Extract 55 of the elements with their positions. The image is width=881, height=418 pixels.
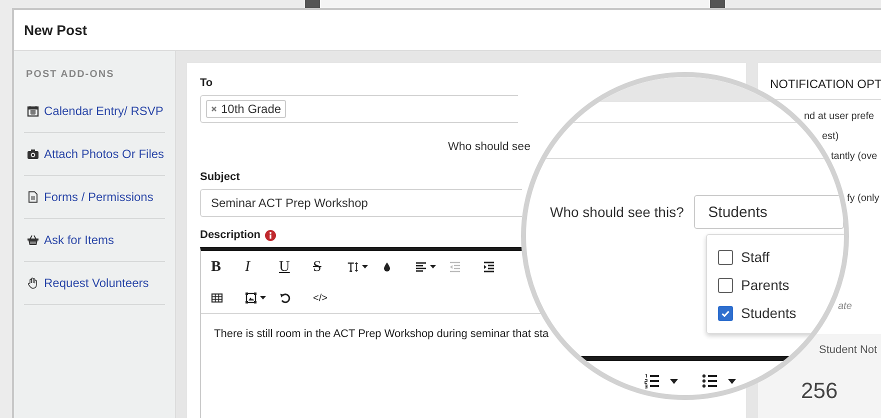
stat-title: Student Not [819,344,878,356]
bullet-list-icon[interactable] [702,373,718,389]
checkbox[interactable] [718,250,733,264]
sidebar-link[interactable]: Request Volunteers [44,276,149,290]
visibility-label: Who should see [448,141,530,153]
option-label[interactable]: Staff [741,249,770,265]
option-label[interactable]: Parents [741,277,790,293]
checkbox[interactable] [718,278,733,292]
window-title: New Post [24,22,88,38]
subject-field[interactable]: Seminar ACT Prep Workshop [200,189,522,217]
notification-option-text: est) [822,131,839,142]
basket-icon [27,234,39,246]
sidebar-link[interactable]: Attach Photos Or Files [44,147,164,161]
option-label[interactable]: Students [741,305,796,321]
document-icon [27,191,39,203]
calendar-icon [27,105,39,117]
italic-tool-button[interactable]: I [245,255,279,279]
notification-option-text: nd at user prefe [804,111,874,122]
notification-option-text: fy (only [847,193,880,204]
indent-icon[interactable] [483,261,495,273]
field-label: To [200,77,214,89]
field-label: Description [200,229,261,241]
sidebar-link[interactable]: Calendar Entry/ RSVP [44,104,164,118]
sidebar-link[interactable]: Ask for Items [44,233,114,247]
stat-value: 256 [801,378,839,404]
audience-select[interactable]: Students [694,195,844,229]
drop-icon[interactable] [381,261,393,273]
recipients-field[interactable]: 10th Grade [200,95,518,123]
caret-icon[interactable] [430,265,436,269]
table-icon[interactable] [211,292,223,304]
caret-icon[interactable] [670,378,678,384]
camera-icon [27,148,39,160]
visibility-label: Who should see this? [550,204,685,220]
strike-tool-button[interactable]: S [313,255,347,279]
checkbox[interactable] [718,306,733,320]
undo-icon[interactable] [279,292,291,304]
hand-icon [27,277,39,289]
code-tool-button[interactable]: </> [313,286,347,310]
text-size-icon[interactable] [347,261,359,273]
caret-icon[interactable] [260,296,266,300]
info-icon [264,230,276,240]
sidebar-heading: POST ADD-ONS [26,69,116,80]
remove-icon[interactable] [211,106,217,112]
sidebar-link[interactable]: Forms / Permissions [44,190,154,204]
bold-tool-button[interactable]: B [211,255,245,279]
tag-label: 10th Grade [221,102,282,116]
notification-option-text: tantly (ove [831,151,878,162]
caret-icon[interactable] [362,265,368,269]
caret-icon[interactable] [728,378,736,384]
field-label: Subject [200,171,241,183]
numbered-list-icon[interactable] [644,373,660,389]
image-icon[interactable] [245,292,257,304]
align-left-icon[interactable] [415,261,427,273]
underline-tool-button[interactable]: U [279,255,313,279]
hint-text: ate [838,301,852,312]
